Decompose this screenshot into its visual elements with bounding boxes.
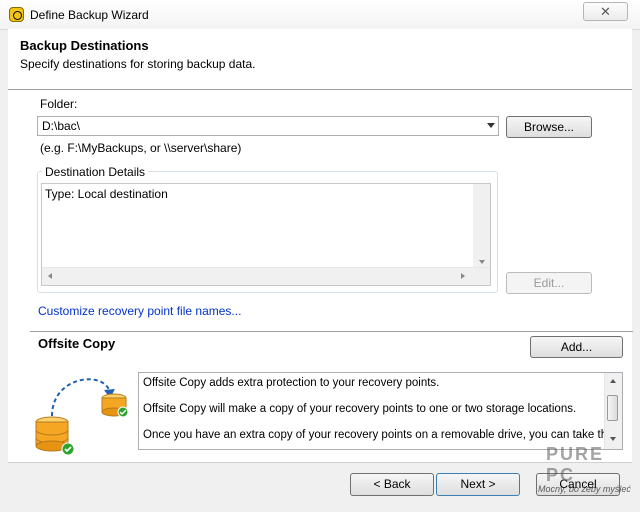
close-icon: ✕ (600, 4, 611, 19)
description-scrollbar[interactable] (604, 373, 622, 449)
customize-file-names-link[interactable]: Customize recovery point file names... (38, 304, 241, 318)
browse-button[interactable]: Browse... (506, 116, 592, 138)
page-subtitle: Specify destinations for storing backup … (20, 57, 256, 71)
destination-details-legend: Destination Details (42, 165, 149, 179)
wizard-header: Backup Destinations Specify destinations… (8, 29, 632, 90)
scroll-thumb[interactable] (607, 395, 618, 421)
next-button[interactable]: Next > (436, 473, 520, 496)
scroll-down-icon[interactable] (479, 260, 485, 264)
offsite-description[interactable]: Offsite Copy adds extra protection to yo… (138, 372, 623, 450)
scroll-left-icon[interactable] (48, 273, 52, 279)
dropdown-arrow-icon[interactable] (487, 123, 495, 128)
close-button[interactable]: ✕ (583, 2, 628, 21)
vertical-scrollbar[interactable] (473, 184, 490, 268)
folder-hint: (e.g. F:\MyBackups, or \\server\share) (40, 141, 242, 155)
purepc-watermark: PURE PC Mocny, bo żeby myśleć (536, 440, 636, 502)
page-title: Backup Destinations (20, 38, 149, 53)
destination-type-text: Type: Local destination (45, 187, 168, 201)
window-title: Define Backup Wizard (30, 8, 149, 22)
offsite-line-2: Offsite Copy will make a copy of your re… (143, 403, 577, 415)
folder-combobox[interactable]: D:\bac\ (37, 116, 499, 136)
scroll-right-icon[interactable] (461, 273, 465, 279)
edit-button[interactable]: Edit... (506, 272, 592, 294)
scroll-up-icon[interactable] (610, 379, 616, 383)
offsite-line-1: Offsite Copy adds extra protection to yo… (143, 377, 440, 389)
offsite-copy-icon (35, 378, 129, 456)
offsite-copy-title: Offsite Copy (38, 336, 116, 351)
watermark-slogan: Mocny, bo żeby myśleć (538, 484, 631, 494)
add-offsite-button[interactable]: Add... (530, 336, 623, 358)
app-icon (9, 7, 24, 22)
section-divider (30, 331, 633, 332)
watermark-logo: PURE PC (546, 444, 605, 485)
destination-details-box[interactable]: Type: Local destination (41, 183, 491, 286)
title-bar: Define Backup Wizard ✕ (0, 0, 640, 30)
horizontal-scrollbar[interactable] (42, 267, 490, 285)
back-button[interactable]: < Back (350, 473, 434, 496)
folder-value: D:\bac\ (42, 119, 81, 133)
folder-label: Folder: (40, 97, 78, 111)
